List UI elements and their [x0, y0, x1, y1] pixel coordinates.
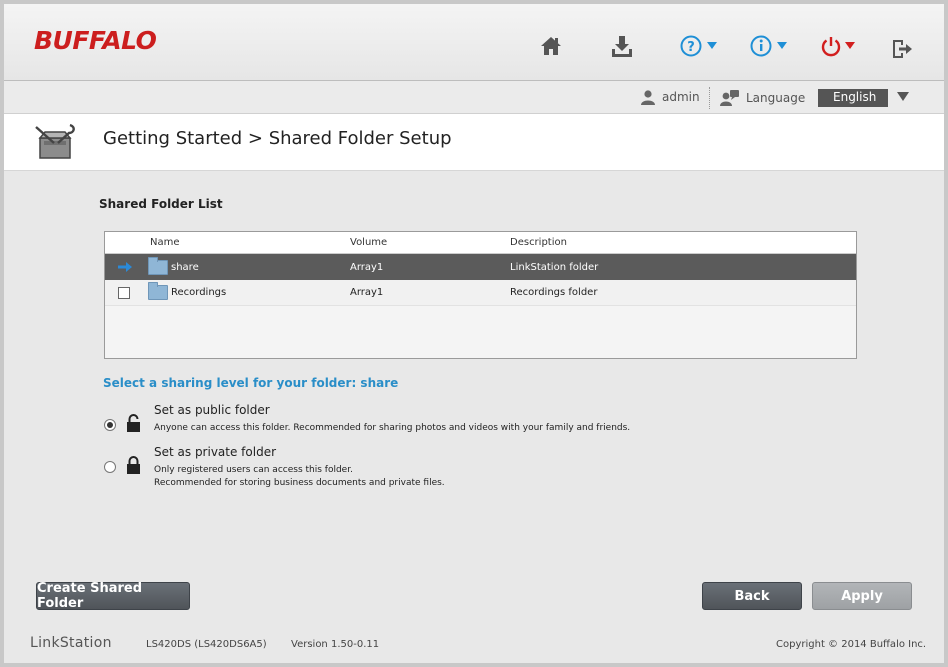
- home-icon[interactable]: [540, 32, 562, 60]
- row-checkbox[interactable]: [118, 286, 130, 299]
- folder-description: Recordings folder: [510, 287, 598, 298]
- public-folder-description: Anyone can access this folder. Recommend…: [154, 423, 631, 433]
- unlocked-icon: [127, 414, 140, 432]
- table-row[interactable]: Recordings Array1 Recordings folder: [105, 280, 856, 306]
- copyright-label: Copyright © 2014 Buffalo Inc.: [776, 639, 927, 650]
- info-icon[interactable]: [750, 32, 794, 60]
- column-name-header: Name: [150, 237, 180, 248]
- language-dropdown-arrow-icon[interactable]: [897, 92, 909, 101]
- private-folder-label: Set as private folder: [154, 445, 277, 459]
- download-icon[interactable]: [610, 32, 634, 60]
- folder-list-heading: Shared Folder List: [99, 197, 223, 211]
- svg-text:?: ?: [687, 40, 695, 55]
- model-label: LS420DS (LS420DS6A5): [146, 639, 267, 650]
- folder-icon: [148, 256, 168, 275]
- username-label: admin: [662, 90, 700, 104]
- folder-name: Recordings: [171, 287, 227, 298]
- linkstation-logo: LinkStation: [30, 635, 112, 651]
- shared-folder-table: Name Volume Description share Array1 Lin…: [104, 231, 857, 359]
- create-shared-folder-button[interactable]: Create Shared Folder: [36, 581, 190, 611]
- folder-icon: [148, 282, 168, 300]
- version-label: Version 1.50-0.11: [291, 639, 380, 650]
- column-volume-header: Volume: [350, 237, 388, 248]
- user-icon: [641, 90, 655, 105]
- tools-setup-icon: [35, 123, 75, 159]
- user-bar: admin Language English: [4, 81, 944, 114]
- column-description-header: Description: [510, 237, 567, 248]
- page-title: Getting Started > Shared Folder Setup: [103, 128, 452, 149]
- language-icon: [720, 90, 739, 106]
- public-folder-label: Set as public folder: [154, 403, 270, 417]
- table-header: Name Volume Description: [105, 232, 856, 254]
- logout-icon[interactable]: [890, 35, 914, 63]
- folder-name: share: [171, 261, 199, 273]
- lock-icon: [127, 456, 140, 474]
- userbar-divider: [709, 87, 710, 109]
- back-button[interactable]: Back: [702, 582, 802, 610]
- folder-volume: Array1: [350, 261, 384, 273]
- private-folder-radio[interactable]: [104, 461, 116, 473]
- apply-button[interactable]: Apply: [812, 582, 912, 610]
- buffalo-logo: BUFFALO: [34, 26, 157, 55]
- user-menu[interactable]: admin: [640, 89, 700, 105]
- public-folder-radio[interactable]: [104, 419, 116, 431]
- language-label-group: Language: [720, 89, 805, 107]
- folder-volume: Array1: [350, 287, 384, 298]
- help-icon[interactable]: ?: [680, 32, 724, 60]
- language-label: Language: [746, 91, 806, 105]
- power-icon[interactable]: [820, 32, 864, 60]
- folder-description: LinkStation folder: [510, 261, 599, 273]
- sharing-level-prompt: Select a sharing level for your folder: …: [103, 376, 399, 390]
- table-row[interactable]: share Array1 LinkStation folder: [105, 254, 856, 280]
- private-folder-description-line2: Recommended for storing business documen…: [154, 478, 445, 488]
- private-folder-description-line1: Only registered users can access this fo…: [154, 465, 353, 475]
- selected-arrow-icon: [118, 254, 132, 280]
- language-select[interactable]: English: [818, 89, 888, 107]
- top-bar: BUFFALO ?: [4, 4, 944, 81]
- page-header: Getting Started > Shared Folder Setup: [4, 114, 944, 171]
